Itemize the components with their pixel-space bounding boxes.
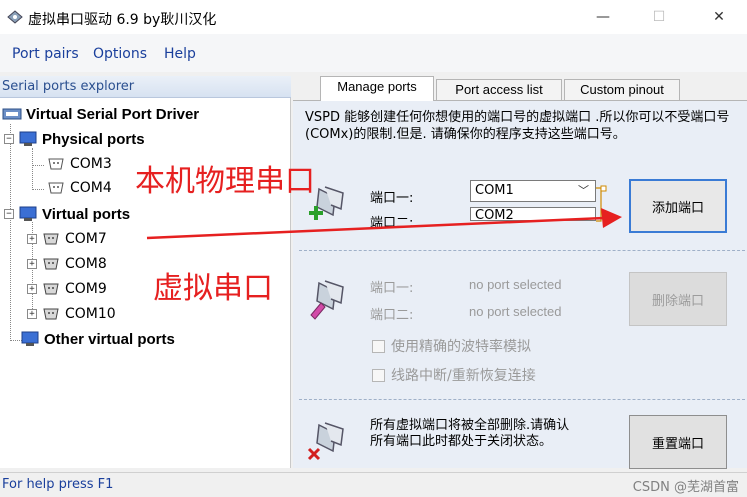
annotation-arrow	[146, 208, 622, 240]
tab-manage-ports[interactable]: Manage ports	[320, 76, 434, 101]
